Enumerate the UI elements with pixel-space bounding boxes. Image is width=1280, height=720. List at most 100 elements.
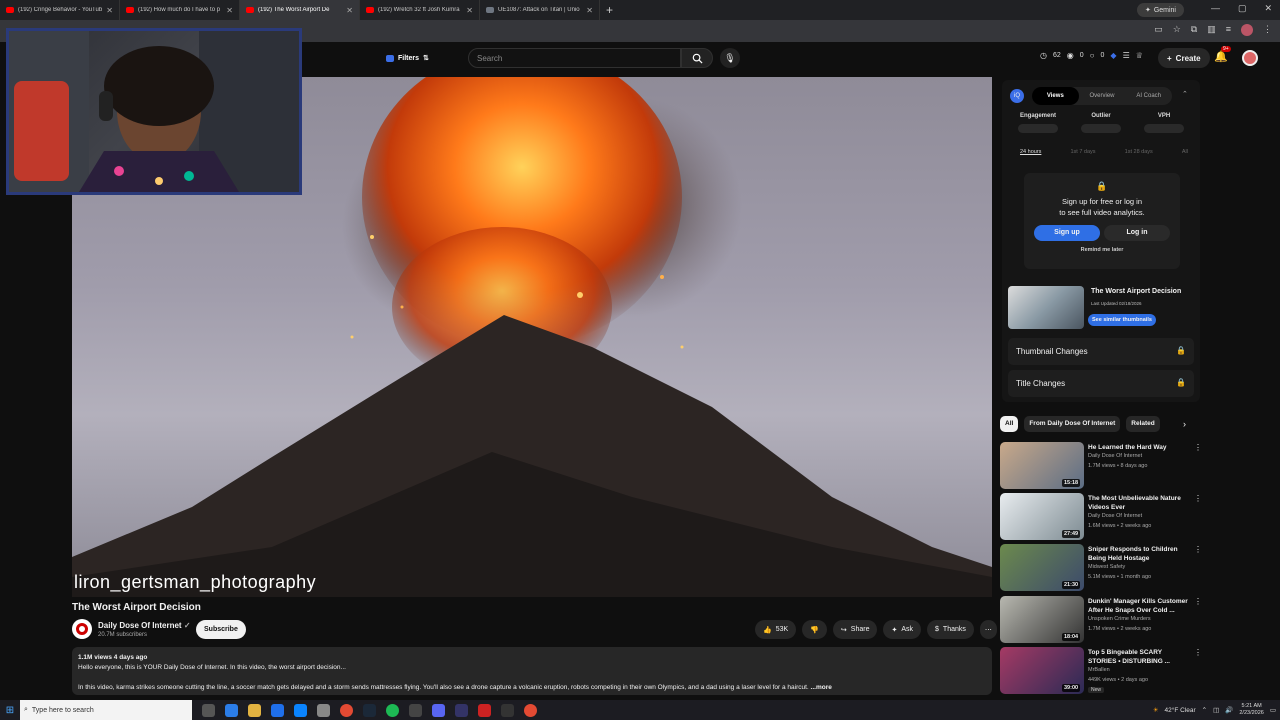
copilot-icon[interactable]: [225, 703, 238, 717]
discord-icon[interactable]: [432, 703, 445, 717]
mail-icon[interactable]: [271, 703, 284, 717]
thanks-button[interactable]: $ Thanks: [927, 620, 974, 639]
minimize-icon[interactable]: —: [1211, 3, 1220, 14]
create-button[interactable]: + Create: [1158, 48, 1210, 68]
recommendation-item[interactable]: 21:30 Sniper Responds to Children Being H…: [1000, 544, 1202, 592]
new-tab-button[interactable]: +: [600, 3, 619, 17]
volume-icon[interactable]: 🔊: [1225, 706, 1233, 714]
close-tab-icon[interactable]: ✕: [466, 6, 473, 15]
extensions-icon[interactable]: ⧉: [1191, 24, 1197, 36]
chevron-right-icon[interactable]: ›: [1183, 419, 1186, 429]
chevron-up-icon[interactable]: ⌃: [1202, 706, 1207, 714]
recommendation-item[interactable]: 39:00 Top 5 Bingeable SCARY STORIES • DIS…: [1000, 647, 1202, 695]
recommendation-title[interactable]: He Learned the Hard Way: [1088, 443, 1188, 452]
recommendation-title[interactable]: The Most Unbelievable Nature Videos Ever: [1088, 494, 1188, 512]
account-avatar[interactable]: [1242, 50, 1258, 66]
share-button[interactable]: ↪ Share: [832, 620, 878, 639]
app-icon[interactable]: [455, 703, 468, 717]
close-tab-icon[interactable]: ✕: [106, 6, 113, 15]
spotify-icon[interactable]: [386, 703, 399, 717]
vidiq-icon[interactable]: ◆: [1110, 51, 1116, 60]
browser-tab[interactable]: UE1087: Attack on Titan | Unio ✕: [480, 0, 600, 20]
settings-icon[interactable]: [317, 703, 330, 717]
more-link[interactable]: ...more: [811, 684, 832, 691]
kebab-icon[interactable]: ⋮: [1194, 545, 1202, 554]
taskbar-search[interactable]: ⌕ Type here to search: [20, 700, 192, 720]
clock[interactable]: 5:21 AM 2/23/2026: [1239, 703, 1263, 717]
browser-tab[interactable]: (192) The Worst Airport De ✕: [240, 0, 360, 20]
close-tab-icon[interactable]: ✕: [226, 6, 233, 15]
notifications-icon[interactable]: ▭: [1270, 706, 1276, 714]
close-tab-icon[interactable]: ✕: [346, 6, 353, 15]
description-box[interactable]: 1.1M views 4 days ago Hello everyone, th…: [72, 647, 992, 695]
search-input[interactable]: Search: [468, 48, 681, 68]
thumbnail-changes-row[interactable]: Thumbnail Changes 🔒: [1008, 338, 1194, 365]
network-icon[interactable]: ◫: [1213, 706, 1219, 714]
recommendation-title[interactable]: Sniper Responds to Children Being Held H…: [1088, 545, 1188, 563]
recommendation-item[interactable]: 18:04 Dunkin' Manager Kills Customer Afte…: [1000, 596, 1202, 644]
ask-button[interactable]: ✦ Ask: [883, 620, 922, 639]
extension-stats[interactable]: ◷ 62 ◉ 0 ○ 0 ◆ ☰ ♕: [1040, 51, 1143, 60]
range-28d[interactable]: 1st 28 days: [1125, 149, 1153, 155]
chip-all[interactable]: All: [1000, 416, 1019, 432]
recommendation-channel[interactable]: Midwest Safety: [1088, 564, 1125, 570]
profile-avatar[interactable]: [1241, 24, 1253, 36]
store-icon[interactable]: [294, 703, 307, 717]
title-changes-row[interactable]: Title Changes 🔒: [1008, 370, 1194, 397]
recommendation-title[interactable]: Dunkin' Manager Kills Customer After He …: [1088, 597, 1188, 615]
recommendation-channel[interactable]: Daily Dose Of Internet: [1088, 513, 1142, 519]
kebab-icon[interactable]: ⋮: [1194, 648, 1202, 657]
app-icon[interactable]: [478, 703, 491, 717]
file-explorer-icon[interactable]: [248, 703, 261, 717]
more-actions-button[interactable]: ⋯: [979, 620, 997, 639]
range-24h[interactable]: 24 hours: [1020, 149, 1041, 155]
see-similar-button[interactable]: See similar thumbnails: [1088, 314, 1156, 326]
browser-tab[interactable]: (192) Cringe Behavior - YouTub ✕: [0, 0, 120, 20]
log-in-button[interactable]: Log in: [1104, 225, 1170, 241]
gemini-button[interactable]: ✦ Gemini: [1136, 3, 1184, 17]
recommendation-channel[interactable]: Daily Dose Of Internet: [1088, 453, 1142, 459]
channel-name[interactable]: Daily Dose Of Internet ✓: [98, 621, 191, 630]
chip-related[interactable]: Related: [1126, 416, 1160, 432]
recommendation-item[interactable]: 15:18 He Learned the Hard Way Daily Dose O…: [1000, 442, 1202, 490]
menu-icon[interactable]: ≡: [1226, 24, 1231, 36]
kebab-icon[interactable]: ⋮: [1194, 597, 1202, 606]
cast-icon[interactable]: ▭: [1154, 24, 1163, 36]
search-button[interactable]: [681, 48, 713, 68]
kebab-icon[interactable]: ⋮: [1194, 443, 1202, 452]
trophy-icon[interactable]: ♕: [1136, 51, 1143, 60]
tab-ai-coach[interactable]: AI Coach: [1125, 87, 1172, 105]
mic-button[interactable]: 🎙: [720, 48, 740, 68]
browser-tab[interactable]: (192) Wretch 32 ft Josh Kumra ✕: [360, 0, 480, 20]
subscribe-button[interactable]: Subscribe: [196, 620, 246, 639]
chevron-up-icon[interactable]: ⌃: [1182, 90, 1188, 98]
recommendation-channel[interactable]: Unspoken Crime Murders: [1088, 616, 1151, 622]
app-icon[interactable]: [501, 703, 514, 717]
chrome-icon[interactable]: [340, 703, 353, 717]
recommendation-channel[interactable]: MrBallen: [1088, 667, 1110, 673]
maximize-icon[interactable]: ▢: [1238, 3, 1247, 14]
remind-later-link[interactable]: Remind me later: [1024, 247, 1180, 253]
range-7d[interactable]: 1st 7 days: [1070, 149, 1095, 155]
steam-icon[interactable]: [363, 703, 376, 717]
chrome-icon[interactable]: [524, 703, 537, 717]
dislike-button[interactable]: 👎: [802, 620, 827, 639]
sidebar-icon[interactable]: ▥: [1207, 24, 1216, 36]
recommendation-item[interactable]: 27:49 The Most Unbelievable Nature Videos…: [1000, 493, 1202, 541]
tab-views[interactable]: Views: [1032, 87, 1079, 105]
close-icon[interactable]: ✕: [1264, 3, 1272, 14]
obs-icon[interactable]: [409, 703, 422, 717]
task-view-icon[interactable]: [202, 703, 215, 717]
windows-start-icon[interactable]: ⊞: [0, 705, 20, 716]
kebab-icon[interactable]: ⋮: [1263, 24, 1272, 36]
sign-up-button[interactable]: Sign up: [1034, 225, 1100, 241]
recommendation-title[interactable]: Top 5 Bingeable SCARY STORIES • DISTURBI…: [1088, 648, 1188, 666]
star-icon[interactable]: ☆: [1173, 24, 1181, 36]
notifications-button[interactable]: 🔔 9+: [1214, 46, 1231, 63]
list-icon[interactable]: ☰: [1123, 51, 1130, 60]
close-tab-icon[interactable]: ✕: [586, 6, 593, 15]
kebab-icon[interactable]: ⋮: [1194, 494, 1202, 503]
tab-overview[interactable]: Overview: [1079, 87, 1126, 105]
like-button[interactable]: 👍 53K: [755, 620, 797, 639]
channel-avatar[interactable]: [72, 619, 92, 639]
